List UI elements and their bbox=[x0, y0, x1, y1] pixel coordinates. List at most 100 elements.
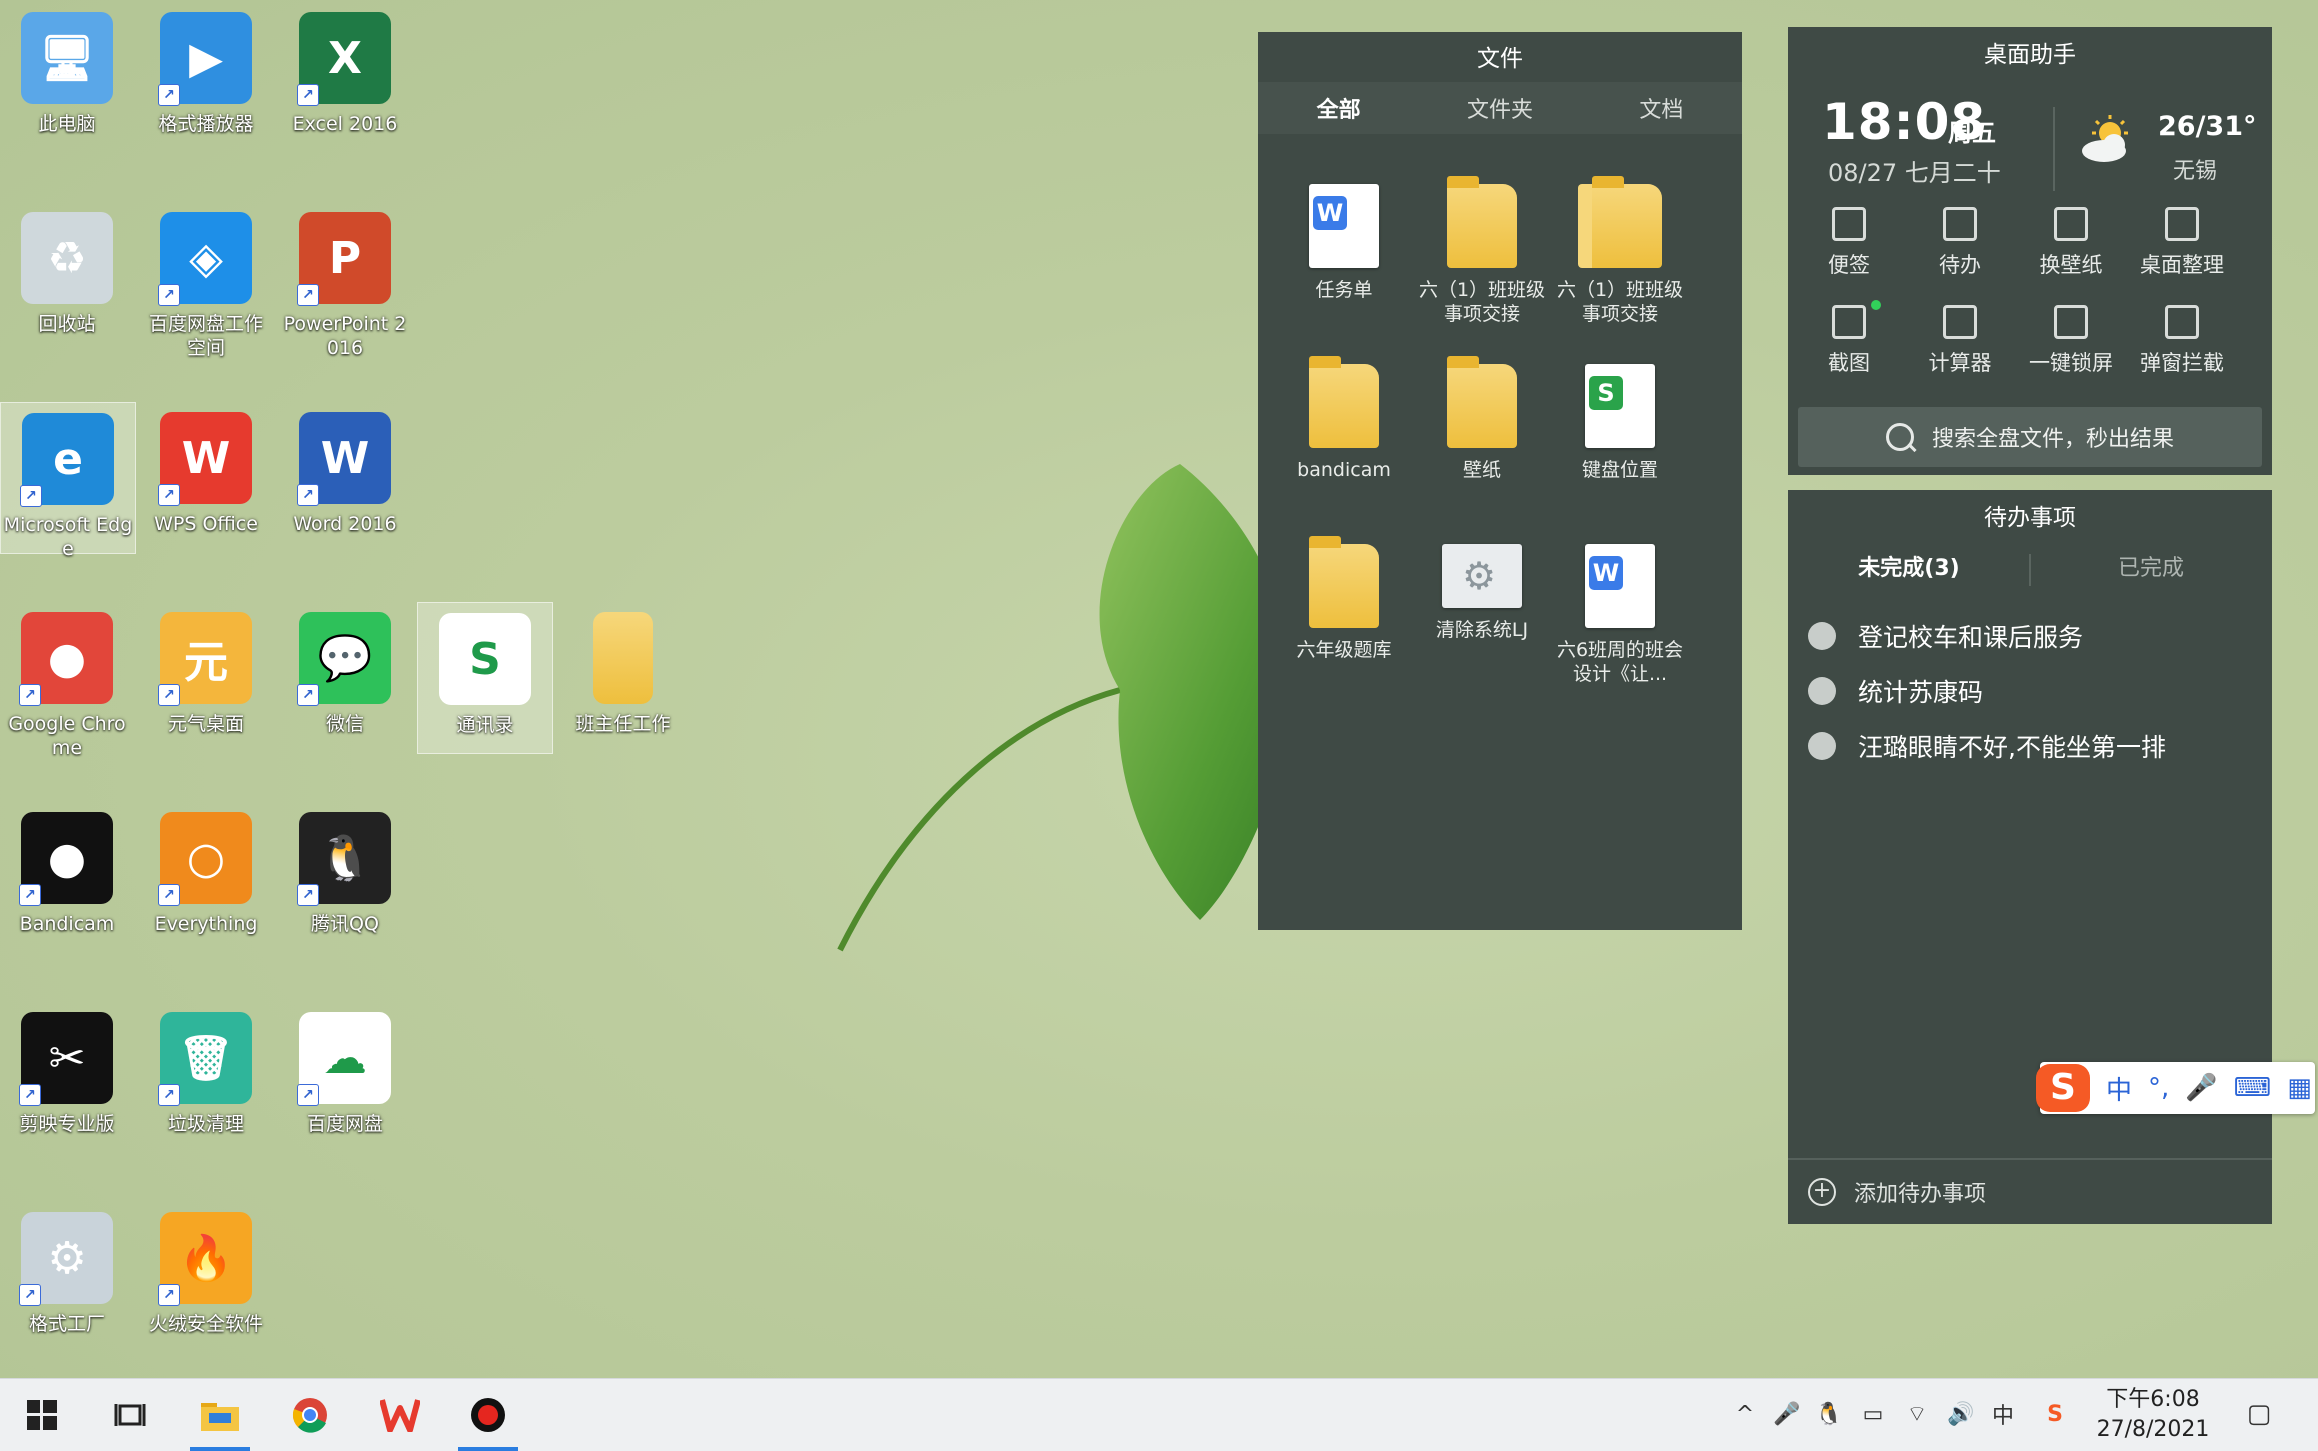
ime-keyboard-icon[interactable]: ⌨ bbox=[2234, 1073, 2272, 1103]
file-item[interactable]: W 六6班周的班会设计《让... bbox=[1550, 544, 1690, 686]
chrome-button[interactable] bbox=[272, 1379, 348, 1451]
search-icon bbox=[1885, 423, 1914, 451]
desktop-icon-label: Bandicam bbox=[19, 913, 115, 935]
tray-microphone-icon[interactable]: 🎤 bbox=[1772, 1399, 1802, 1429]
todo-title: 待办事项 bbox=[1984, 505, 2076, 531]
wallpaper-icon bbox=[2054, 207, 2088, 241]
file-item[interactable]: S 键盘位置 bbox=[1550, 364, 1690, 482]
file-item[interactable]: 六年级题库 bbox=[1274, 536, 1414, 662]
tool-wallpaper[interactable]: 换壁纸 bbox=[2016, 207, 2126, 279]
todo-tab-done[interactable]: 已完成 bbox=[2030, 550, 2272, 581]
desktop-icon[interactable]: X ↗ Excel 2016 bbox=[278, 2, 412, 152]
desktop-icon[interactable]: 元 ↗ 元气桌面 bbox=[139, 602, 273, 752]
folder-icon bbox=[593, 612, 653, 704]
tool-note[interactable]: 便签 bbox=[1794, 207, 1904, 279]
notification-center-icon[interactable]: ▢ bbox=[2244, 1399, 2274, 1429]
desktop-icon[interactable]: ☁ ↗ 百度网盘 bbox=[278, 1002, 412, 1152]
file-item[interactable]: 六（1）班班级事项交接 bbox=[1550, 176, 1690, 326]
desktop-icon[interactable]: 🗑 ↗ 垃圾清理 bbox=[139, 1002, 273, 1152]
todo-checkbox[interactable] bbox=[1808, 677, 1836, 705]
tool-calculator[interactable]: 计算器 bbox=[1905, 305, 2015, 377]
desktop-icon[interactable]: 班主任工作 bbox=[556, 602, 690, 752]
desktop-icon[interactable]: ⚙ ↗ 格式工厂 bbox=[0, 1202, 134, 1352]
bandicam-icon bbox=[471, 1398, 505, 1432]
ime-punctuation-toggle[interactable]: °, bbox=[2148, 1073, 2169, 1103]
desktop-icon[interactable]: ♻ 回收站 bbox=[0, 202, 134, 352]
tray-input-method[interactable]: 中 bbox=[1988, 1399, 2018, 1429]
start-button[interactable] bbox=[4, 1379, 80, 1451]
folder-icon bbox=[1309, 356, 1379, 448]
desktop-icon-label: 格式工厂 bbox=[28, 1313, 105, 1335]
shortcut-arrow-icon: ↗ bbox=[297, 84, 319, 106]
file-name: 六（1）班班级事项交接 bbox=[1418, 279, 1546, 325]
tool-screenshot[interactable]: 截图 bbox=[1794, 300, 1904, 377]
tray-wifi-icon[interactable]: ⌔ bbox=[1902, 1399, 1932, 1429]
file-item[interactable]: 壁纸 bbox=[1412, 356, 1552, 482]
tray-volume-icon[interactable]: 🔊 bbox=[1946, 1399, 1976, 1429]
todo-item[interactable]: 统计苏康码 bbox=[1808, 671, 1983, 711]
popup-block-icon bbox=[2165, 305, 2199, 339]
file-explorer-button[interactable] bbox=[182, 1379, 258, 1451]
add-todo-button[interactable]: + 添加待办事项 bbox=[1788, 1158, 2272, 1224]
todo-item[interactable]: 登记校车和课后服务 bbox=[1808, 616, 2083, 656]
folder-icon bbox=[201, 1403, 239, 1431]
desktop-icon[interactable]: W ↗ WPS Office bbox=[139, 402, 273, 552]
shortcut-arrow-icon: ↗ bbox=[297, 884, 319, 906]
desktop-icon[interactable]: e ↗ Microsoft Edge bbox=[0, 402, 136, 560]
tray-battery-icon[interactable]: ▭ bbox=[1858, 1399, 1888, 1429]
add-todo-label: 添加待办事项 bbox=[1854, 1182, 1987, 1207]
tool-todo-check[interactable]: 待办 bbox=[1905, 207, 2015, 279]
tray-qq-icon[interactable]: 🐧 bbox=[1814, 1399, 1844, 1429]
ime-toolbox-icon[interactable]: ▦ bbox=[2287, 1073, 2312, 1103]
todo-checkbox[interactable] bbox=[1808, 622, 1836, 650]
wps-button[interactable] bbox=[362, 1379, 438, 1451]
ime-language-toggle[interactable]: 中 bbox=[2106, 1070, 2132, 1107]
file-search-bar[interactable]: 搜索全盘文件，秒出结果 bbox=[1798, 407, 2262, 467]
task-view-button[interactable] bbox=[92, 1379, 168, 1451]
tray-chevron-up-icon[interactable]: ^ bbox=[1730, 1399, 1760, 1429]
taskbar-date: 27/8/2021 bbox=[2096, 1417, 2210, 1442]
tool-popup-block[interactable]: 弹窗拦截 bbox=[2127, 305, 2237, 377]
desktop-icon[interactable]: 💬 ↗ 微信 bbox=[278, 602, 412, 752]
file-item[interactable]: W 任务单 bbox=[1274, 184, 1414, 302]
ime-voice-icon[interactable]: 🎤 bbox=[2185, 1073, 2217, 1103]
ime-toolbar[interactable]: S 中 °, 🎤 ⌨ ▦ bbox=[2036, 1062, 2315, 1114]
tool-label: 便签 bbox=[1828, 253, 1870, 277]
shortcut-arrow-icon: ↗ bbox=[158, 884, 180, 906]
desktop-icon[interactable]: 🖥 此电脑 bbox=[0, 2, 134, 152]
desktop-icon[interactable]: ● ↗ Google Chrome bbox=[0, 602, 134, 759]
todo-item[interactable]: 汪璐眼睛不好,不能坐第一排 bbox=[1808, 726, 2166, 766]
desktop-icon[interactable]: 🔥 ↗ 火绒安全软件 bbox=[139, 1202, 273, 1352]
tool-desktop-organize[interactable]: 桌面整理 bbox=[2127, 207, 2237, 279]
sogou-logo-icon[interactable]: S bbox=[2036, 1064, 2090, 1112]
desktop-icon[interactable]: W ↗ Word 2016 bbox=[278, 402, 412, 552]
desktop-icon[interactable]: ● ↗ Bandicam bbox=[0, 802, 134, 952]
partly-sunny-icon bbox=[2082, 115, 2128, 162]
file-name: 壁纸 bbox=[1462, 459, 1501, 481]
tray-sogou-icon[interactable]: S bbox=[2040, 1399, 2070, 1429]
files-tab-documents[interactable]: 文档 bbox=[1581, 92, 1742, 124]
taskbar-clock[interactable]: 下午6:08 27/8/2021 bbox=[2092, 1385, 2214, 1445]
file-item[interactable]: bandicam bbox=[1274, 356, 1414, 482]
player-icon: ▶ ↗ bbox=[158, 12, 252, 106]
weather-temperature: 26/31° bbox=[2158, 111, 2257, 142]
file-item[interactable]: 六（1）班班级事项交接 bbox=[1412, 176, 1552, 326]
todo-text: 统计苏康码 bbox=[1858, 678, 1984, 707]
tool-lock[interactable]: 一键锁屏 bbox=[2016, 305, 2126, 377]
file-item[interactable]: ⚙ 清除系统LJ bbox=[1412, 544, 1552, 642]
desktop-icon[interactable]: ✂ ↗ 剪映专业版 bbox=[0, 1002, 134, 1152]
files-tab-folders[interactable]: 文件夹 bbox=[1419, 92, 1580, 124]
todo-tab-pending[interactable]: 未完成(3) bbox=[1788, 550, 2030, 581]
desktop-icon[interactable]: ○ ↗ Everything bbox=[139, 802, 273, 952]
desktop-icon[interactable]: 🐧 ↗ 腾讯QQ bbox=[278, 802, 412, 952]
desktop-icon[interactable]: S 通讯录 bbox=[417, 602, 553, 754]
shortcut-arrow-icon: ↗ bbox=[19, 684, 41, 706]
desktop-icon[interactable]: P ↗ PowerPoint 2016 bbox=[278, 202, 412, 359]
todo-checkbox[interactable] bbox=[1808, 732, 1836, 760]
files-panel-title: 文件 bbox=[1477, 46, 1523, 72]
files-tab-all[interactable]: 全部 bbox=[1258, 92, 1419, 124]
bandicam-button[interactable] bbox=[450, 1379, 526, 1451]
desktop-icon[interactable]: ◈ ↗ 百度网盘工作空间 bbox=[139, 202, 273, 359]
desktop-icon[interactable]: ▶ ↗ 格式播放器 bbox=[139, 2, 273, 152]
trash-cleaner-icon: 🗑 ↗ bbox=[158, 1012, 252, 1106]
